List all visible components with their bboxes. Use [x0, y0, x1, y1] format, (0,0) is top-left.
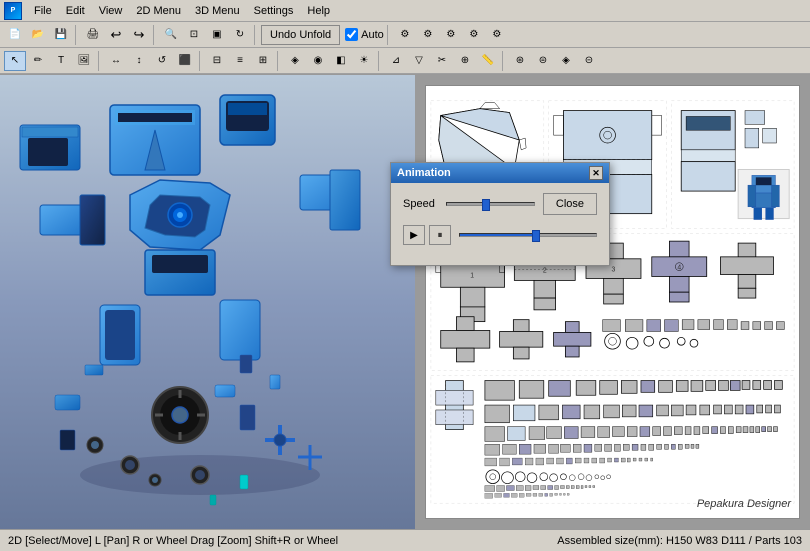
- dialog-titlebar: Animation ✕: [391, 163, 609, 183]
- close-button[interactable]: Close: [543, 193, 597, 215]
- sep6: [199, 51, 203, 71]
- 3d-view-btn[interactable]: ◈: [284, 51, 306, 71]
- sep4: [387, 25, 391, 45]
- progress-thumb[interactable]: [532, 230, 540, 242]
- light-btn[interactable]: ☀: [353, 51, 375, 71]
- speed-label: Speed: [403, 198, 438, 210]
- extra-btn1[interactable]: ⊛: [509, 51, 531, 71]
- group-btn[interactable]: ⬛: [174, 51, 196, 71]
- settings-btn2[interactable]: ⚙: [417, 25, 439, 45]
- select-move-btn[interactable]: ↖: [4, 51, 26, 71]
- progress-bar[interactable]: [459, 233, 597, 237]
- unfold-btn[interactable]: ▽: [408, 51, 430, 71]
- pause-button[interactable]: ⏸: [429, 225, 451, 245]
- auto-checkbox[interactable]: [345, 28, 358, 41]
- status-left: 2D [Select/Move] L [Pan] R or Wheel Drag…: [8, 535, 338, 547]
- speed-slider-thumb[interactable]: [482, 199, 490, 211]
- auto-checkbox-group: Auto: [345, 28, 384, 41]
- view-tools: 🔍 ⊡ ▣ ↻: [160, 25, 251, 45]
- play-controls: ▶ ⏸: [403, 225, 451, 245]
- settings-btn3[interactable]: ⚙: [440, 25, 462, 45]
- rotate-ccw-btn[interactable]: ↺: [151, 51, 173, 71]
- menu-bar: P File Edit View 2D Menu 3D Menu Setting…: [0, 0, 810, 22]
- flip-h-btn[interactable]: ↔: [105, 51, 127, 71]
- text-btn[interactable]: T: [50, 51, 72, 71]
- edit-tools: 🖨 ↩ ↪: [82, 25, 150, 45]
- zoom-fit-button[interactable]: ⊡: [183, 25, 205, 45]
- menu-item-edit[interactable]: Edit: [60, 3, 91, 19]
- speed-slider[interactable]: [446, 202, 535, 206]
- sep2: [153, 25, 157, 45]
- file-tools: 📄 📂 💾: [4, 25, 72, 45]
- playback-row: ▶ ⏸: [403, 225, 597, 245]
- snap-btn[interactable]: ⊕: [454, 51, 476, 71]
- pattern-pieces-svg: 1 2: [426, 86, 799, 518]
- flip-v-btn[interactable]: ↕: [128, 51, 150, 71]
- sep1: [75, 25, 79, 45]
- sep8: [378, 51, 382, 71]
- image-btn[interactable]: 🖼: [73, 51, 95, 71]
- pepakura-watermark: Pepakura Designer: [697, 498, 791, 510]
- svg-text:2: 2: [543, 268, 547, 275]
- menu-item-help[interactable]: Help: [301, 3, 336, 19]
- dialog-title: Animation: [397, 167, 451, 179]
- sep5: [98, 51, 102, 71]
- menu-item-settings[interactable]: Settings: [248, 3, 300, 19]
- svg-text:4: 4: [677, 265, 681, 272]
- pen-btn[interactable]: ✏: [27, 51, 49, 71]
- menu-item-file[interactable]: File: [28, 3, 58, 19]
- extra-btn3[interactable]: ◈: [555, 51, 577, 71]
- view3d-button[interactable]: ▣: [206, 25, 228, 45]
- 3d-viewport[interactable]: [0, 75, 415, 529]
- extra-btn2[interactable]: ⊜: [532, 51, 554, 71]
- menu-item-3d[interactable]: 3D Menu: [189, 3, 246, 19]
- svg-text:1: 1: [470, 272, 474, 279]
- main-content: 1 2: [0, 75, 810, 529]
- 3d-model-svg: [0, 75, 415, 529]
- wireframe-btn[interactable]: ◉: [307, 51, 329, 71]
- progress-fill: [460, 234, 535, 236]
- toolbar1: 📄 📂 💾 🖨 ↩ ↪ 🔍 ⊡ ▣ ↻ Undo Unfold Auto ⚙ ⚙…: [0, 22, 810, 48]
- paper-area: 1 2: [415, 75, 810, 529]
- dialog-close-button[interactable]: ✕: [589, 166, 603, 180]
- paper-sheet[interactable]: 1 2: [425, 85, 800, 519]
- print-button[interactable]: 🖨: [82, 25, 104, 45]
- sep9: [502, 51, 506, 71]
- speed-row: Speed Close: [403, 193, 597, 215]
- settings-btn4[interactable]: ⚙: [463, 25, 485, 45]
- menu-item-2d[interactable]: 2D Menu: [130, 3, 187, 19]
- shade-btn[interactable]: ◧: [330, 51, 352, 71]
- sep7: [277, 51, 281, 71]
- play-button[interactable]: ▶: [403, 225, 425, 245]
- align-center-btn[interactable]: ≡: [229, 51, 251, 71]
- zoom-in-button[interactable]: 🔍: [160, 25, 182, 45]
- undo-button[interactable]: ↩: [105, 25, 127, 45]
- cut-btn[interactable]: ✂: [431, 51, 453, 71]
- arrange-btn[interactable]: ⊞: [252, 51, 274, 71]
- settings-btn5[interactable]: ⚙: [486, 25, 508, 45]
- new-button[interactable]: 📄: [4, 25, 26, 45]
- dialog-content: Speed Close ▶ ⏸: [391, 183, 609, 265]
- redo-button[interactable]: ↪: [128, 25, 150, 45]
- toolbar2: ↖ ✏ T 🖼 ↔ ↕ ↺ ⬛ ⊟ ≡ ⊞ ◈ ◉ ◧ ☀ ⊿ ▽ ✂ ⊕ 📏 …: [0, 48, 810, 74]
- undo-unfold-button[interactable]: Undo Unfold: [261, 25, 340, 45]
- save-button[interactable]: 💾: [50, 25, 72, 45]
- menu-item-view[interactable]: View: [93, 3, 129, 19]
- app-logo: P: [4, 2, 22, 20]
- rotate-button[interactable]: ↻: [229, 25, 251, 45]
- settings-btn1[interactable]: ⚙: [394, 25, 416, 45]
- status-bar: 2D [Select/Move] L [Pan] R or Wheel Drag…: [0, 529, 810, 551]
- extra-btn4[interactable]: ⊝: [578, 51, 600, 71]
- status-right: Assembled size(mm): H150 W83 D111 / Part…: [557, 535, 802, 547]
- open-button[interactable]: 📂: [27, 25, 49, 45]
- fold-btn[interactable]: ⊿: [385, 51, 407, 71]
- sep3: [254, 25, 258, 45]
- svg-text:3: 3: [612, 267, 616, 274]
- top-bar: P File Edit View 2D Menu 3D Menu Setting…: [0, 0, 810, 75]
- align-left-btn[interactable]: ⊟: [206, 51, 228, 71]
- auto-label: Auto: [361, 29, 384, 41]
- animation-dialog: Animation ✕ Speed Close ▶ ⏸: [390, 162, 610, 266]
- measure-btn[interactable]: 📏: [477, 51, 499, 71]
